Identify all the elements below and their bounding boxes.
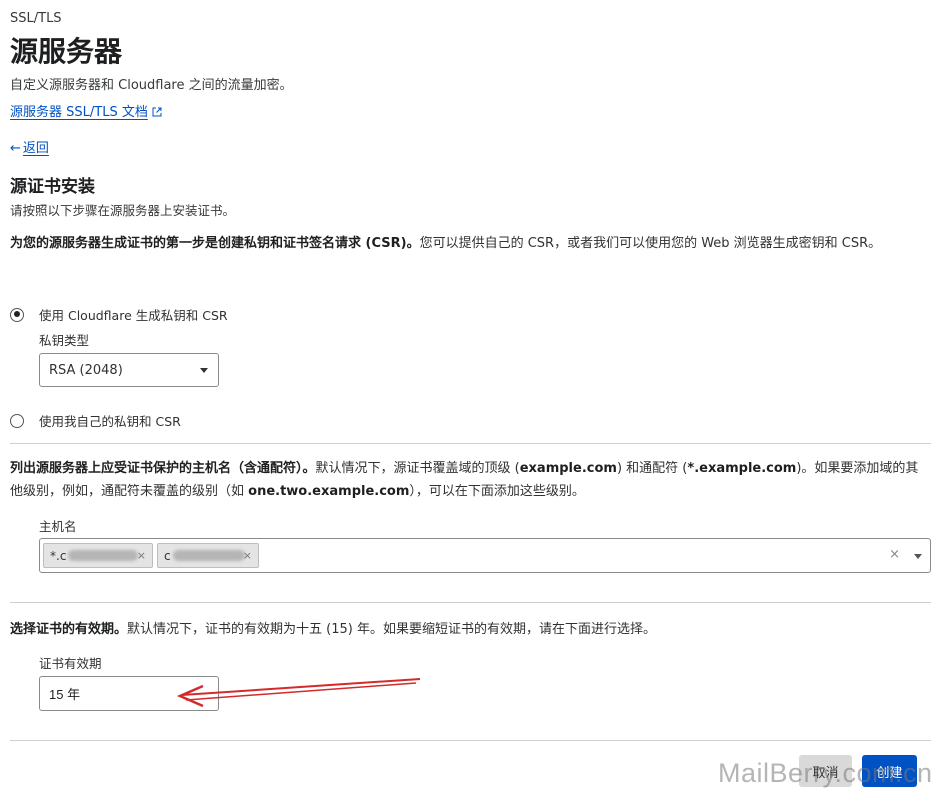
annotation-arrow	[176, 678, 421, 708]
watermark: MailBerry.com.cn	[718, 758, 932, 788]
section-divider	[10, 740, 931, 741]
